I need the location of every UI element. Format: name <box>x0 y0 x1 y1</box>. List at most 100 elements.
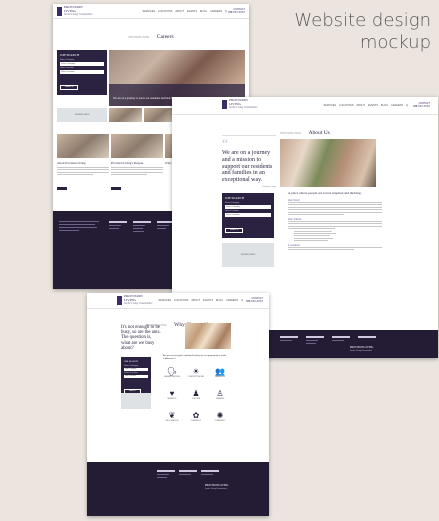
benefit-competitive-pay: ☀ COMPETITIVE PAY <box>187 367 204 378</box>
heart-icon: ♥ <box>169 389 175 398</box>
quote-block: It's not enough to be busy, so are the a… <box>121 325 161 351</box>
career-fairs-button[interactable]: CAREER FAIRS <box>57 108 107 122</box>
category-label: Select Category <box>60 59 75 61</box>
search-button[interactable]: SEARCH <box>225 228 244 234</box>
job-search-title: JOB SEARCH <box>225 196 245 200</box>
nav-about[interactable]: ABOUT <box>191 299 200 302</box>
nav-blog[interactable]: BLOG <box>216 299 223 302</box>
nav-about[interactable]: ABOUT <box>175 10 184 13</box>
contact-phone: 888-XXX-XXXX <box>413 105 430 108</box>
nav-services[interactable]: SERVICES <box>142 10 155 13</box>
quote-author: Provision Living <box>261 185 276 188</box>
nav-about[interactable]: ABOUT <box>356 104 365 107</box>
search-icon[interactable]: Q <box>241 299 243 302</box>
nav-services[interactable]: SERVICES <box>323 104 336 107</box>
search-icon[interactable]: Q <box>225 10 227 13</box>
nav-events[interactable]: EVENTS <box>203 299 213 302</box>
quote-mark-icon: “ <box>222 137 229 152</box>
contact-block[interactable]: CONTACT 888-XXX-XXXX <box>228 8 245 14</box>
hero-quote: It's not enough to be busy, so are the a… <box>121 325 161 351</box>
competitive-pay-icon: ☀ <box>192 367 200 376</box>
hero-thumb-1 <box>109 108 142 122</box>
page-title-row: PROVISION LIVING Why Choose Us <box>87 309 269 335</box>
logo-mark-icon <box>117 295 122 305</box>
contact-phone: 888-XXX-XXXX <box>228 11 245 14</box>
site-footer: PROVISION LIVING Senior Living Communiti… <box>87 462 269 516</box>
mockup-caption: Website design mockup <box>294 10 431 54</box>
recognition-icon: ❦ <box>168 411 176 420</box>
read-more-button-2[interactable] <box>111 187 121 190</box>
nav-events[interactable]: EVENTS <box>187 10 197 13</box>
benefit-career-growth: 🗣 CAREER GROWTH <box>163 367 181 378</box>
nav-services[interactable]: SERVICES <box>158 299 171 302</box>
search-button[interactable]: SEARCH <box>60 85 79 91</box>
nav-locations[interactable]: LOCATIONS <box>158 10 172 13</box>
contact-block[interactable]: CONTACT 888-XXX-XXXX <box>413 102 430 108</box>
breadcrumb[interactable]: PROVISION LIVING <box>128 37 149 39</box>
article-card-2[interactable]: Provision Living's Purpose <box>111 134 163 195</box>
grey-placeholder-panel <box>121 393 151 409</box>
footer-col-3 <box>332 336 350 343</box>
footer-col-4 <box>358 336 376 340</box>
hero-photo <box>280 139 376 187</box>
search-icon[interactable]: Q <box>406 104 408 107</box>
benefit-culture: ♟ CULTURE <box>187 389 205 400</box>
location-select[interactable]: Select Location <box>60 70 104 74</box>
main-nav: SERVICES LOCATIONS ABOUT EVENTS BLOG CAR… <box>158 299 243 302</box>
category-select[interactable]: Select Category <box>60 62 104 66</box>
footer-about <box>59 221 99 233</box>
footer-col-1 <box>280 336 298 343</box>
benefit-benefits: ♥ BENEFITS <box>163 389 181 400</box>
nav-events[interactable]: EVENTS <box>368 104 378 107</box>
training-icon: ♙ <box>216 389 224 398</box>
nav-blog[interactable]: BLOG <box>200 10 207 13</box>
community-icon: ✺ <box>216 411 224 420</box>
article-image-2 <box>111 134 163 158</box>
location-label: Select Location <box>60 67 74 69</box>
read-more-button-1[interactable] <box>57 187 67 190</box>
logo-tagline: Senior Living Communities <box>64 13 93 17</box>
logo-mark-icon <box>57 6 62 16</box>
logo-tagline: Senior Living Communities <box>229 106 258 110</box>
logo-tagline: Senior Living Communities <box>124 302 153 306</box>
location-select[interactable]: Select Location <box>225 213 271 217</box>
nav-careers[interactable]: CAREERS <box>210 10 222 13</box>
location-select[interactable]: Select Location <box>124 375 148 378</box>
footer-logo[interactable]: PROVISION LIVING Senior Living Communiti… <box>350 346 373 352</box>
job-search-box: JOB SEARCH Select Category Select Catego… <box>57 50 107 95</box>
footer-logo[interactable]: PROVISION LIVING Senior Living Communiti… <box>205 484 228 490</box>
brand-logo[interactable]: PROVISION LIVING Senior Living Communiti… <box>222 98 258 110</box>
career-growth-icon: 🗣 <box>166 367 178 376</box>
hero-quote: We are on a journey and a mission to sup… <box>222 150 273 184</box>
article-card-1[interactable]: About Provision Living <box>57 134 109 195</box>
contact-block[interactable]: CONTACT 888-XXX-XXXX <box>246 297 263 303</box>
benefits-grid: 🗣 CAREER GROWTH ☀ COMPETITIVE PAY 👥 TEAM… <box>163 367 233 447</box>
brand-logo[interactable]: PROVISION LIVING Senior Living Communiti… <box>57 5 93 17</box>
benefit-flexibility: ✿ FLEXIBILITY <box>187 411 205 422</box>
main-nav: SERVICES LOCATIONS ABOUT EVENTS BLOG CAR… <box>323 104 408 107</box>
footer-col-2 <box>179 470 197 477</box>
brand-logo[interactable]: PROVISION LIVING Senior Living Communiti… <box>117 294 153 306</box>
category-select[interactable]: Select Category <box>225 205 271 209</box>
benefits-intro: Are you an energetic individual looking … <box>163 355 227 360</box>
nav-careers[interactable]: CAREERS <box>391 104 403 107</box>
flexibility-icon: ✿ <box>192 411 200 420</box>
site-header: PROVISION LIVING Senior Living Communiti… <box>172 97 438 115</box>
hero-photo <box>185 323 231 349</box>
about-content: A place where people are loved, inspired… <box>288 191 382 252</box>
career-fairs-button[interactable]: CAREER FAIRS <box>222 243 274 267</box>
nav-blog[interactable]: BLOG <box>381 104 388 107</box>
page-title: Careers <box>156 34 174 40</box>
why-choose-us-page-mockup: PROVISION LIVING Senior Living Communiti… <box>87 293 269 516</box>
nav-locations[interactable]: LOCATIONS <box>339 104 353 107</box>
nav-careers[interactable]: CAREERS <box>226 299 238 302</box>
category-label: Select Category <box>124 365 139 367</box>
benefit-teamwork: 👥 TEAMWORK <box>211 367 229 378</box>
footer-col-1 <box>109 221 127 231</box>
job-search-title: JOB SEARCH <box>60 53 80 57</box>
nav-locations[interactable]: LOCATIONS <box>174 299 188 302</box>
site-header: PROVISION LIVING Senior Living Communiti… <box>87 293 269 309</box>
category-select[interactable]: Select Category <box>124 368 148 371</box>
breadcrumb[interactable]: PROVISION LIVING <box>280 133 301 135</box>
logo-mark-icon <box>222 99 227 109</box>
